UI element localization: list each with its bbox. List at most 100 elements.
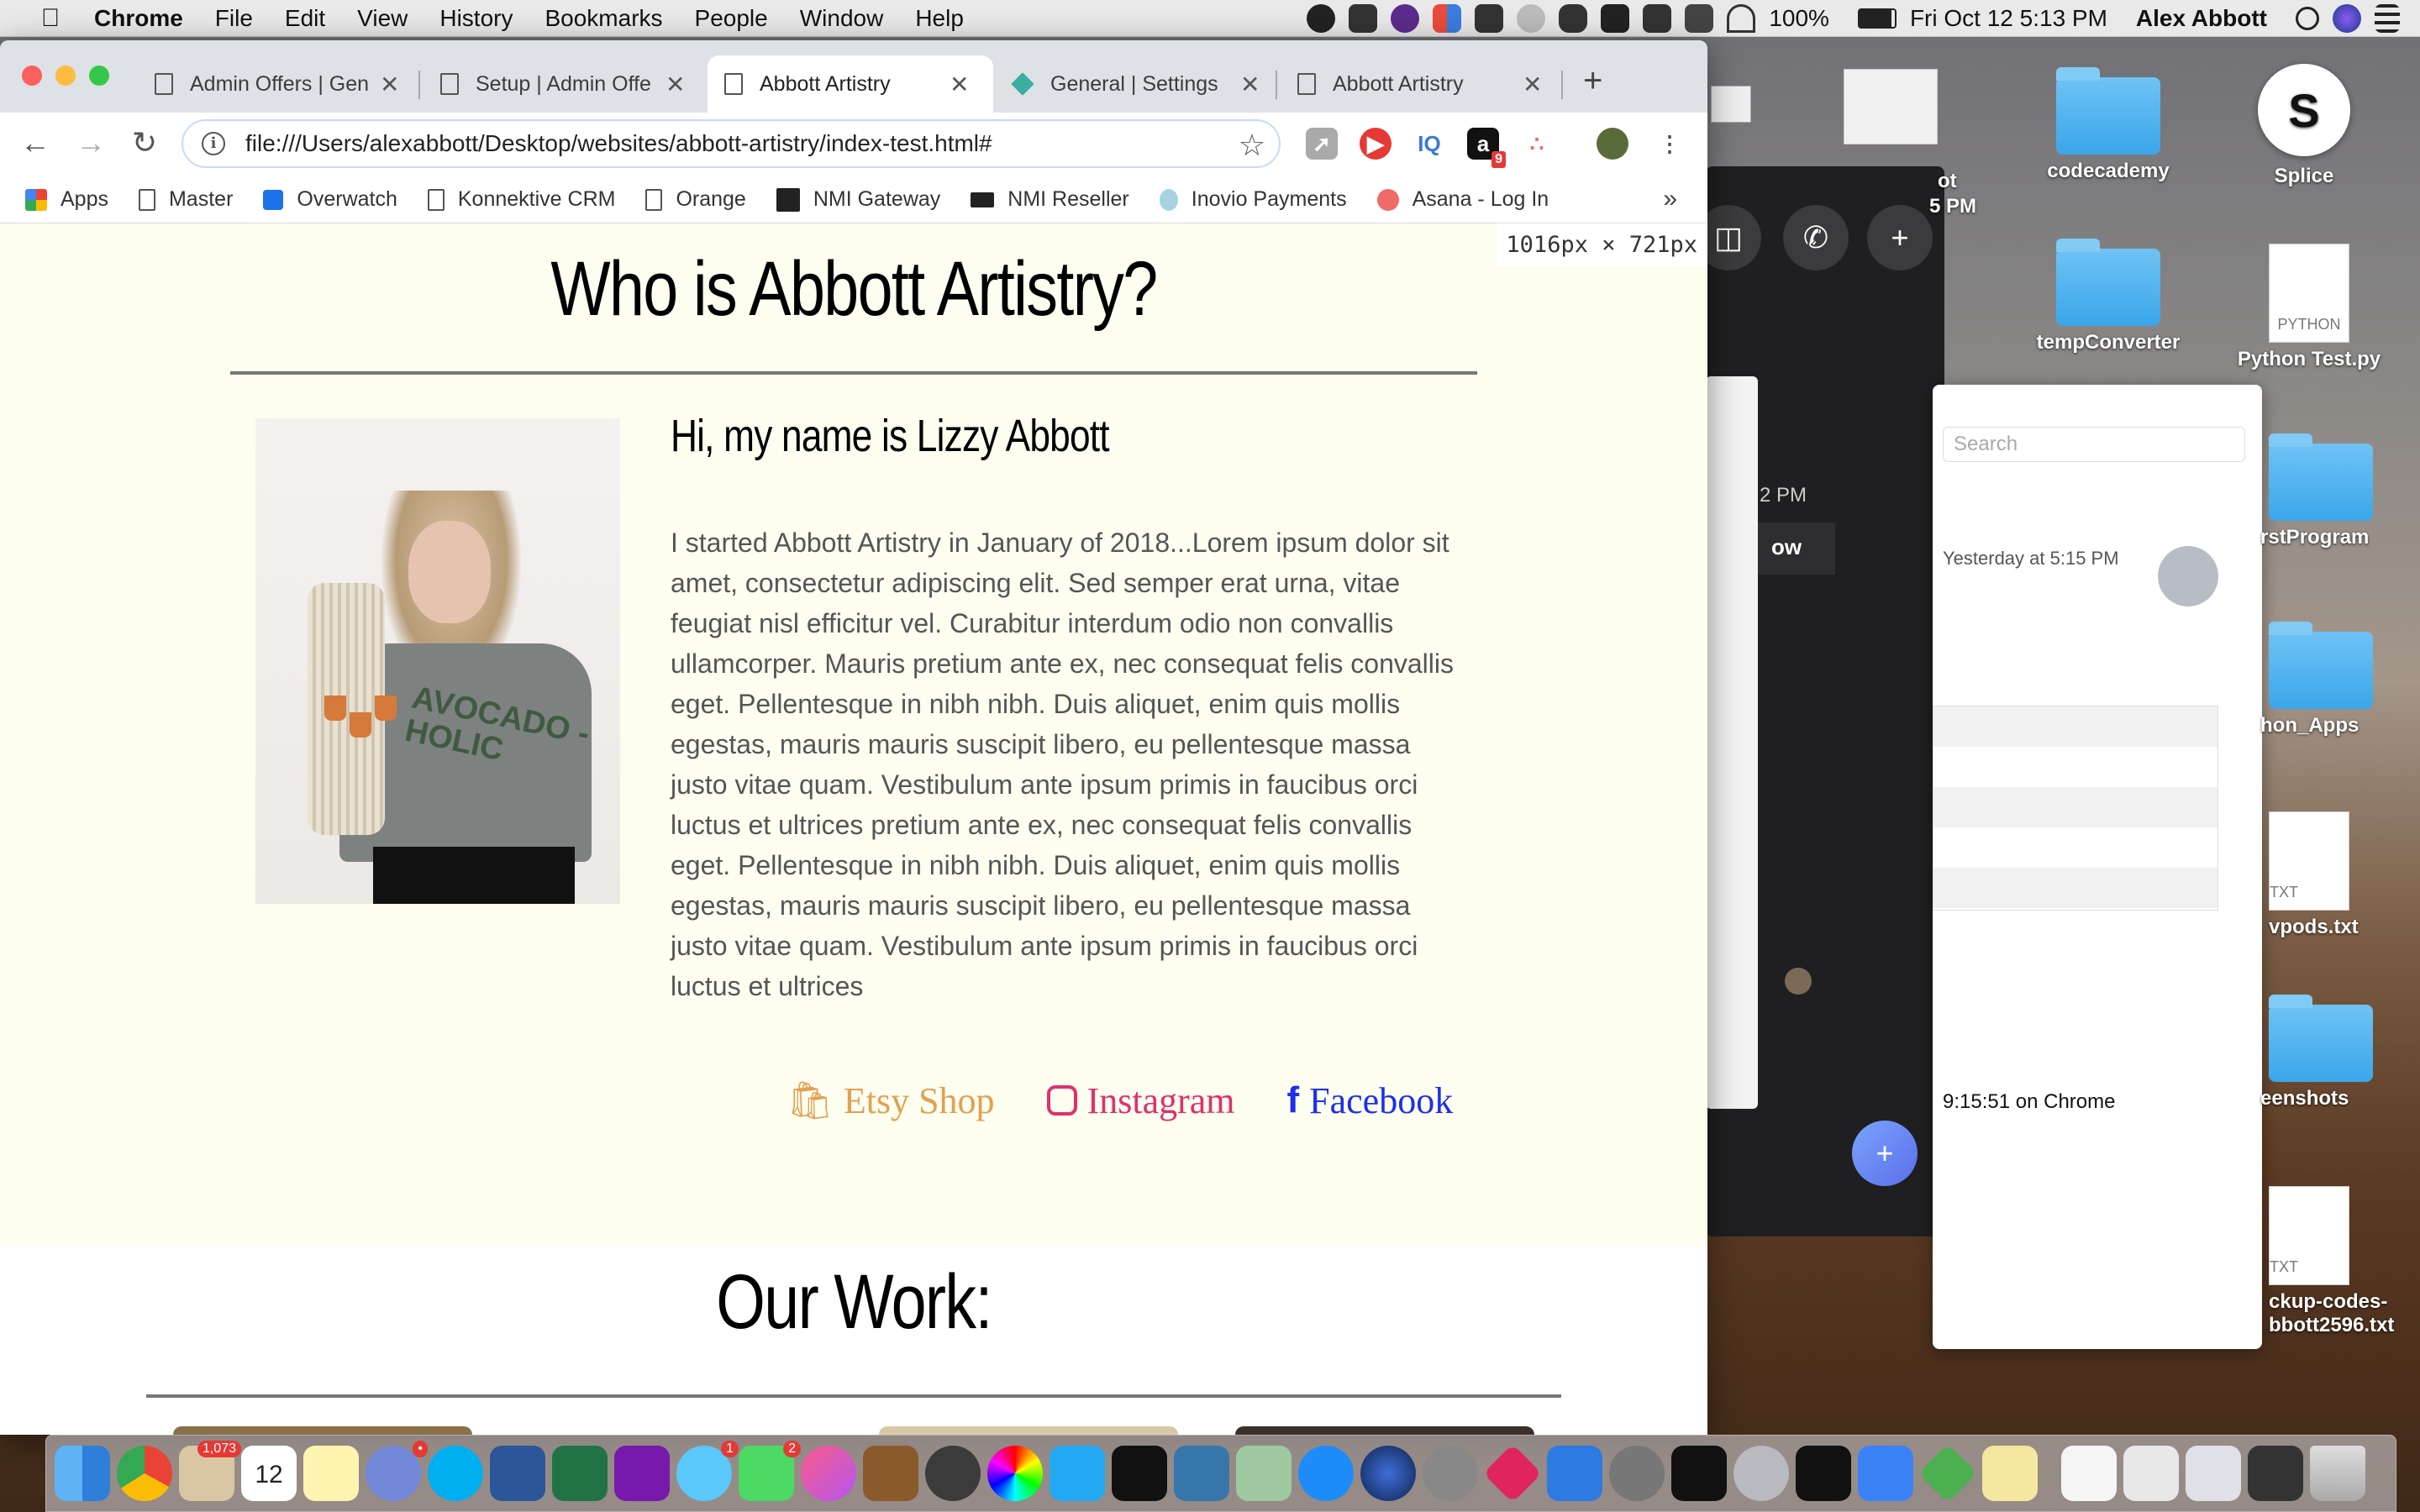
menu-window[interactable]: Window [800, 5, 884, 32]
extension-pin-icon[interactable]: ➚ [1306, 128, 1338, 160]
dock-window-icon[interactable] [2186, 1446, 2241, 1501]
new-call-button[interactable]: + [1852, 1121, 1918, 1186]
airplay-icon[interactable] [1685, 4, 1714, 33]
work-image-3[interactable] [1235, 1426, 1534, 1435]
menu-history[interactable]: History [439, 5, 513, 32]
bookmark-inovio[interactable]: Inovio Payments [1159, 187, 1347, 212]
bookmarks-overflow-button[interactable]: » [1663, 185, 1677, 213]
stickies-icon[interactable] [1982, 1446, 2038, 1501]
window-zoom-button[interactable] [89, 66, 109, 86]
word-icon[interactable] [490, 1446, 545, 1501]
evernote-status-icon[interactable] [1475, 4, 1504, 33]
terminal-icon[interactable] [1796, 1446, 1851, 1501]
excel-icon[interactable] [552, 1446, 608, 1501]
bookmark-nmi-gateway[interactable]: NMI Gateway [776, 187, 940, 212]
address-bar[interactable]: i ☆ [182, 119, 1281, 168]
tab-close-icon[interactable]: ✕ [1523, 71, 1542, 98]
tab-admin-offers[interactable]: Admin Offers | Gen ✕ [138, 55, 420, 113]
mail-stamp-icon[interactable]: 1,073 [179, 1441, 241, 1501]
settings-gear-icon[interactable] [1733, 1446, 1789, 1501]
desktop-file-airpods[interactable]: TXT vpods.txt [2269, 811, 2403, 939]
facetime-icon[interactable]: 2 [739, 1441, 801, 1501]
wifi-icon[interactable] [1727, 4, 1756, 33]
pycharm-icon[interactable] [1112, 1446, 1167, 1501]
tab-abbott-artistry-2[interactable]: Abbott Artistry ✕ [1281, 55, 1563, 113]
desktop-folder-first-program[interactable]: rstProgram [2260, 433, 2395, 549]
calendar-icon[interactable]: 12 [241, 1446, 297, 1501]
work-image-2[interactable] [879, 1426, 1178, 1435]
menu-clock[interactable]: Fri Oct 12 5:13 PM [1910, 5, 2107, 32]
xcode-tools-icon[interactable] [1547, 1446, 1602, 1501]
window-minimize-button[interactable] [55, 66, 76, 86]
dock-document-icon[interactable] [2061, 1446, 2117, 1501]
tab-setup-admin-offers[interactable]: Setup | Admin Offe ✕ [424, 55, 706, 113]
vscode-icon[interactable] [1050, 1446, 1105, 1501]
add-contact-icon[interactable]: + [1867, 205, 1933, 270]
extension-amazon-icon[interactable]: a 9 [1467, 128, 1506, 168]
back-arrow-icon[interactable]: ← [15, 123, 55, 163]
skype-icon[interactable] [428, 1446, 483, 1501]
battery-percent[interactable]: 100% [1769, 5, 1829, 32]
menu-bookmarks[interactable]: Bookmarks [544, 5, 662, 32]
desktop-file-python-test[interactable]: PYTHON Python Test.py [2225, 244, 2393, 371]
maps-icon[interactable] [1236, 1446, 1292, 1501]
cloud-status-icon[interactable] [1559, 4, 1588, 33]
desktop-folder-tempconverter[interactable]: tempConverter [2020, 239, 2196, 354]
menu-app-name[interactable]: Chrome [94, 5, 183, 32]
reload-icon[interactable]: ↻ [124, 123, 165, 163]
menu-people[interactable]: People [695, 5, 768, 32]
splice-dock-icon[interactable] [1671, 1446, 1727, 1501]
new-tab-button[interactable]: + [1583, 62, 1602, 100]
call-button-fragment[interactable]: ow [1756, 522, 1835, 575]
menu-edit[interactable]: Edit [285, 5, 325, 32]
extension-asana-icon[interactable]: ∴ [1521, 128, 1553, 160]
sync-status-icon[interactable] [1391, 4, 1420, 33]
launchpad-icon[interactable] [1423, 1446, 1478, 1501]
bookmark-apps[interactable]: Apps [25, 187, 108, 212]
python-icon[interactable] [1174, 1446, 1229, 1501]
profile-avatar[interactable] [1597, 128, 1628, 160]
forward-arrow-icon[interactable]: → [71, 123, 111, 163]
trash-icon[interactable] [2310, 1446, 2365, 1501]
etsy-shop-link[interactable]: 🛍 Etsy Shop [786, 1079, 995, 1122]
siri-icon[interactable] [2333, 4, 2361, 33]
tab-close-icon[interactable]: ✕ [380, 71, 399, 98]
extension-iq-icon[interactable]: IQ [1413, 128, 1445, 160]
desktop-folder-apps[interactable]: hon_Apps [2260, 622, 2403, 738]
notification-center-icon[interactable] [2375, 4, 2400, 33]
sourcetree-icon[interactable] [1918, 1443, 1978, 1504]
bookmark-star-icon[interactable]: ☆ [1239, 128, 1265, 163]
menu-user-name[interactable]: Alex Abbott [2136, 5, 2267, 32]
logic-icon[interactable] [925, 1446, 981, 1501]
facebook-link[interactable]: f Facebook [1287, 1079, 1454, 1122]
bookmark-asana[interactable]: Asana - Log In [1376, 187, 1549, 212]
chrome-dock-icon[interactable] [117, 1446, 172, 1501]
bookmark-overwatch[interactable]: Overwatch [263, 187, 397, 212]
desktop-thumb-small[interactable] [1711, 86, 1751, 123]
spotlight-search-icon[interactable] [2296, 7, 2319, 30]
app-store-icon[interactable] [1298, 1446, 1354, 1501]
bookmark-master[interactable]: Master [138, 187, 233, 212]
skype-status-icon[interactable] [1307, 4, 1336, 33]
apple-menu-icon[interactable]:  [32, 4, 69, 33]
bookmark-orange[interactable]: Orange [645, 187, 746, 212]
contact-avatar[interactable] [1785, 968, 1812, 995]
battery-icon[interactable] [1857, 8, 1897, 29]
work-image-1[interactable] [173, 1426, 472, 1435]
dock-screenshot-icon[interactable] [2123, 1446, 2179, 1501]
dock-app-thumb-icon[interactable] [2248, 1446, 2303, 1501]
desktop-app-splice[interactable]: S Splice [2252, 64, 2356, 188]
finder-icon[interactable] [55, 1446, 110, 1501]
tab-close-icon[interactable]: ✕ [666, 71, 685, 98]
menu-file[interactable]: File [215, 5, 253, 32]
desktop-screenshot-thumb[interactable]: ot 5 PM [1840, 69, 1976, 218]
tab-close-icon[interactable]: ✕ [950, 71, 969, 98]
malwarebytes-status-icon[interactable] [1601, 4, 1630, 33]
desktop-folder-codecademy[interactable]: codecademy [2020, 67, 2196, 183]
bookmark-nmi-reseller[interactable]: NMI Reseller [971, 187, 1129, 212]
window-close-button[interactable] [22, 66, 42, 86]
xcode-icon[interactable] [1858, 1446, 1913, 1501]
safari-icon[interactable] [1360, 1446, 1416, 1501]
onenote-icon[interactable] [614, 1446, 670, 1501]
desktop-folder-screenshots[interactable]: eenshots [2260, 995, 2403, 1110]
